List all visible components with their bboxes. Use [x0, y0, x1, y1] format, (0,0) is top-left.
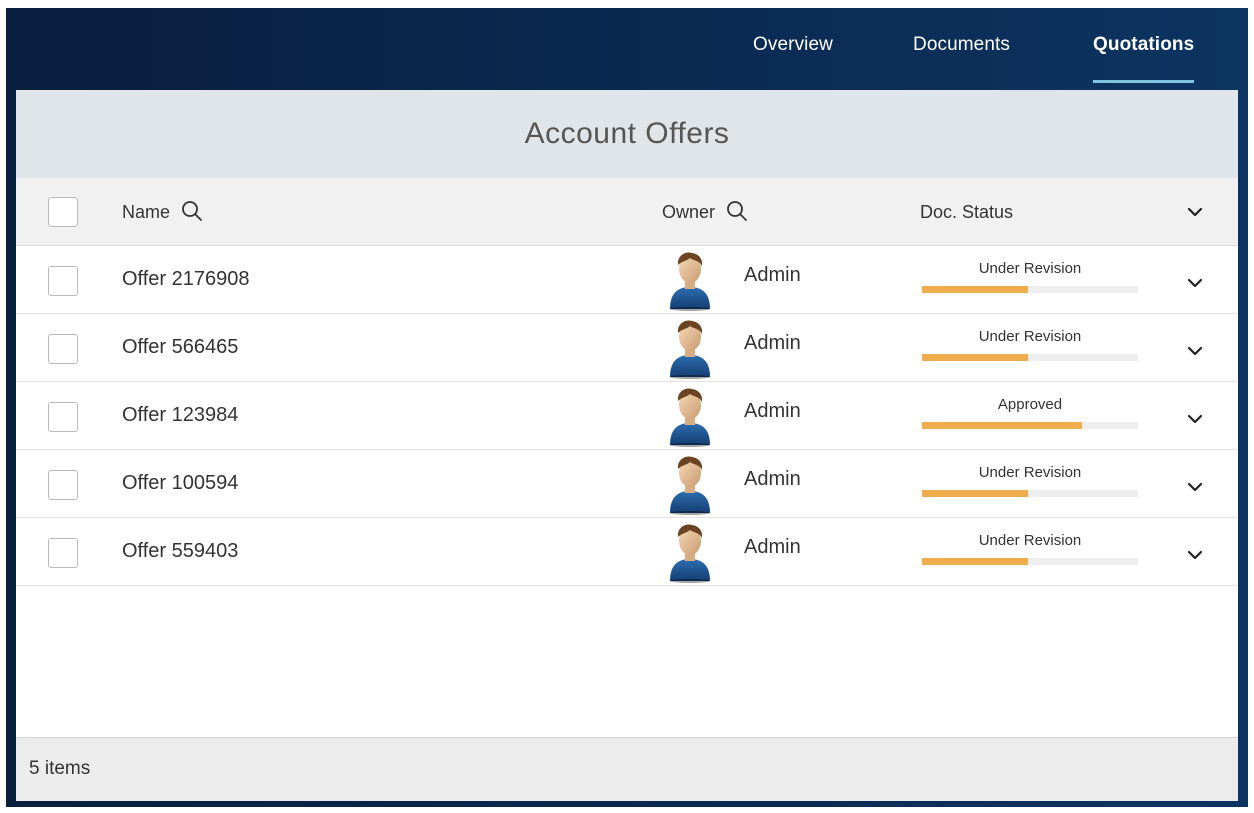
table-row[interactable]: Offer 2176908 Admin Under Revision: [16, 246, 1238, 314]
row-checkbox[interactable]: [48, 334, 78, 364]
user-avatar-icon: [670, 320, 710, 379]
owner-name: Admin: [744, 536, 801, 558]
owner-name: Admin: [744, 468, 801, 490]
owner-name: Admin: [744, 332, 801, 354]
select-all-checkbox[interactable]: [48, 197, 78, 227]
status-progress-bar: [922, 422, 1138, 429]
row-checkbox[interactable]: [48, 538, 78, 568]
status-progress-fill: [922, 422, 1082, 429]
status-progress-fill: [922, 558, 1028, 565]
item-count: 5 items: [16, 737, 1238, 801]
account-offers-panel: Account Offers Name Owner Doc. Status Of…: [16, 90, 1238, 801]
owner-name: Admin: [744, 264, 801, 286]
name-column-header: Name: [122, 200, 203, 223]
status-progress-bar: [922, 286, 1138, 293]
status-progress-bar: [922, 490, 1138, 497]
user-avatar-icon: [670, 388, 710, 447]
table-row[interactable]: Offer 100594 Admin Under Revision: [16, 450, 1238, 518]
top-navigation: Overview Documents Quotations: [6, 8, 1248, 88]
chevron-down-icon[interactable]: [1184, 272, 1206, 294]
owner-column-label: Owner: [662, 202, 716, 222]
status-label: Under Revision: [978, 328, 1082, 345]
doc-status: Under Revision: [922, 464, 1138, 497]
offer-name[interactable]: Offer 559403: [122, 540, 238, 563]
panel-title: Account Offers: [16, 90, 1238, 178]
row-checkbox[interactable]: [48, 470, 78, 500]
doc-status: Under Revision: [922, 328, 1138, 361]
table-body: Offer 2176908 Admin Under Revision Offer…: [16, 246, 1238, 586]
table-row[interactable]: Offer 559403 Admin Under Revision: [16, 518, 1238, 586]
chevron-down-icon[interactable]: [1184, 201, 1206, 223]
offer-name[interactable]: Offer 100594: [122, 472, 238, 495]
tab-overview[interactable]: Overview: [753, 34, 833, 74]
doc-status: Under Revision: [922, 532, 1138, 565]
table-row[interactable]: Offer 566465 Admin Under Revision: [16, 314, 1238, 382]
offer-name[interactable]: Offer 566465: [122, 336, 238, 359]
status-progress-fill: [922, 354, 1028, 361]
user-avatar-icon: [670, 252, 710, 311]
table-header: Name Owner Doc. Status: [16, 178, 1238, 246]
status-progress-bar: [922, 558, 1138, 565]
status-progress-bar: [922, 354, 1138, 361]
owner-column-header: Owner: [662, 200, 748, 223]
chevron-down-icon[interactable]: [1184, 408, 1206, 430]
status-progress-fill: [922, 490, 1028, 497]
doc-status: Under Revision: [922, 260, 1138, 293]
tab-documents[interactable]: Documents: [913, 34, 1010, 74]
offer-name[interactable]: Offer 123984: [122, 404, 238, 427]
user-avatar-icon: [670, 456, 710, 515]
status-label: Under Revision: [978, 464, 1082, 481]
row-checkbox[interactable]: [48, 266, 78, 296]
row-checkbox[interactable]: [48, 402, 78, 432]
owner-name: Admin: [744, 400, 801, 422]
name-column-label: Name: [122, 202, 171, 222]
tab-quotations[interactable]: Quotations: [1093, 34, 1195, 83]
status-column-header: Doc. Status: [920, 202, 1014, 222]
status-label: Approved: [997, 396, 1063, 413]
doc-status: Approved: [922, 396, 1138, 429]
search-icon[interactable]: [181, 200, 203, 222]
chevron-down-icon[interactable]: [1184, 544, 1206, 566]
offer-name[interactable]: Offer 2176908: [122, 268, 250, 291]
status-progress-fill: [922, 286, 1028, 293]
table-row[interactable]: Offer 123984 Admin Approved: [16, 382, 1238, 450]
search-icon[interactable]: [726, 200, 748, 222]
status-label: Under Revision: [978, 532, 1082, 549]
app-frame: Overview Documents Quotations Account Of…: [6, 8, 1248, 807]
user-avatar-icon: [670, 524, 710, 583]
chevron-down-icon[interactable]: [1184, 476, 1206, 498]
chevron-down-icon[interactable]: [1184, 340, 1206, 362]
status-label: Under Revision: [978, 260, 1082, 277]
